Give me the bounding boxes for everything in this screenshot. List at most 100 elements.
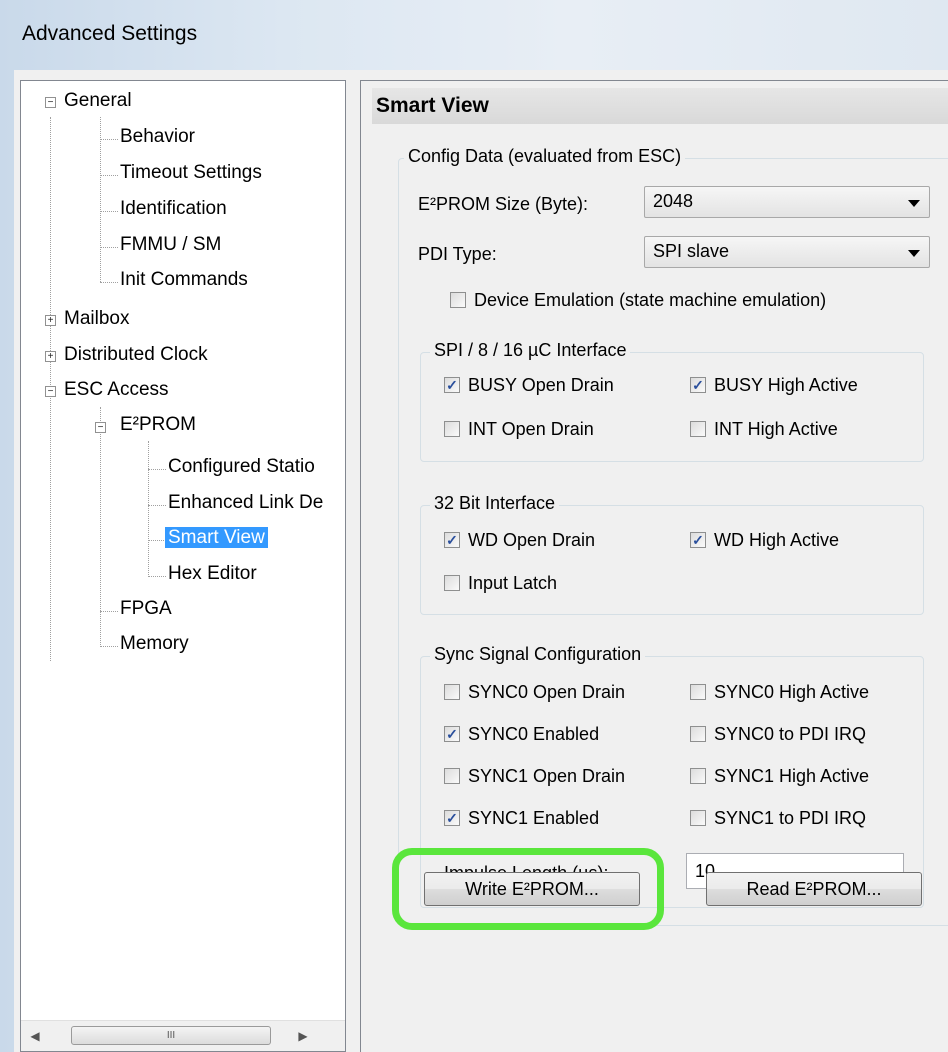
tree-item-label: Init Commands xyxy=(120,269,248,290)
checkbox-label: SYNC1 Enabled xyxy=(468,808,600,828)
scroll-left-icon[interactable]: ◀ xyxy=(25,1025,45,1047)
tree-line xyxy=(100,139,118,140)
scroll-thumb[interactable]: III xyxy=(71,1026,271,1045)
collapse-icon[interactable]: − xyxy=(45,97,56,108)
tree-item-label: Timeout Settings xyxy=(120,162,262,183)
32bit-interface-title: 32 Bit Interface xyxy=(430,493,560,514)
settings-tree[interactable]: − + + − − General Behavior Timeout Setti… xyxy=(20,80,346,1052)
32bit-interface-group xyxy=(420,505,924,615)
tree-item-fpga[interactable]: FPGA xyxy=(117,596,175,622)
tree-item-identification[interactable]: Identification xyxy=(117,196,230,222)
checkbox-label: INT Open Drain xyxy=(468,419,594,439)
pdi-type-value: SPI slave xyxy=(653,241,730,261)
tree-line xyxy=(100,211,118,212)
pdi-type-select[interactable]: SPI slave xyxy=(644,236,930,268)
checkbox-label: SYNC1 to PDI IRQ xyxy=(714,808,867,828)
tree-item-hex-editor[interactable]: Hex Editor xyxy=(165,561,260,587)
tree-item-init-commands[interactable]: Init Commands xyxy=(117,267,251,293)
tree-item-label: FPGA xyxy=(120,598,172,619)
tree-item-configured-station[interactable]: Configured Statio xyxy=(165,454,318,480)
sync-signal-title: Sync Signal Configuration xyxy=(430,644,646,665)
checkbox-box[interactable] xyxy=(444,575,460,591)
chevron-down-icon xyxy=(908,200,920,207)
chevron-down-icon xyxy=(908,250,920,257)
tree-item-enhanced-link-detection[interactable]: Enhanced Link De xyxy=(165,490,326,516)
tree-line xyxy=(148,540,166,541)
checkbox-box[interactable] xyxy=(444,421,460,437)
config-data-title: Config Data (evaluated from ESC) xyxy=(404,146,686,167)
expand-icon[interactable]: + xyxy=(45,351,56,362)
checkbox-label: SYNC0 Enabled xyxy=(468,724,600,744)
eeprom-size-select[interactable]: 2048 xyxy=(644,186,930,218)
checkbox-box[interactable] xyxy=(444,768,460,784)
tree-item-label: Configured Statio xyxy=(168,456,315,477)
checkbox-label: SYNC0 Open Drain xyxy=(468,682,626,702)
tree-item-label: Smart View xyxy=(165,527,268,548)
checkbox-box[interactable] xyxy=(690,726,706,742)
tree-item-general[interactable]: General xyxy=(61,88,135,114)
tree-item-memory[interactable]: Memory xyxy=(117,631,192,657)
tree-line xyxy=(100,117,101,282)
collapse-icon[interactable]: − xyxy=(45,386,56,397)
tree-item-label: Memory xyxy=(120,633,189,654)
checkbox-box[interactable] xyxy=(690,810,706,826)
checkbox-box[interactable]: ✓ xyxy=(444,726,460,742)
tree-item-label: ESC Access xyxy=(64,379,169,400)
tree-item-label: General xyxy=(64,90,132,111)
checkbox-box[interactable]: ✓ xyxy=(444,810,460,826)
checkbox-label: BUSY Open Drain xyxy=(468,375,614,395)
checkbox-box[interactable] xyxy=(690,768,706,784)
checkbox-label: INT High Active xyxy=(714,419,838,439)
tree-line xyxy=(100,175,118,176)
tree-item-label: Mailbox xyxy=(64,308,130,329)
expand-icon[interactable]: + xyxy=(45,315,56,326)
title-bar: Advanced Settings xyxy=(0,0,948,70)
checkbox-box[interactable] xyxy=(690,684,706,700)
tree-line xyxy=(148,469,166,470)
checkbox-box[interactable]: ✓ xyxy=(690,377,706,393)
checkbox-box[interactable]: ✓ xyxy=(444,377,460,393)
checkbox-label: WD High Active xyxy=(714,530,840,550)
checkbox-box[interactable]: ✓ xyxy=(690,532,706,548)
tree-line xyxy=(100,646,118,647)
checkbox-label: SYNC1 High Active xyxy=(714,766,870,786)
tree-item-label: Distributed Clock xyxy=(64,344,208,365)
tree-item-eeprom[interactable]: E²PROM xyxy=(117,412,199,438)
checkbox-label: Device Emulation (state machine emulatio… xyxy=(474,290,827,310)
scroll-right-icon[interactable]: ▶ xyxy=(293,1025,313,1047)
eeprom-size-label: E²PROM Size (Byte): xyxy=(418,194,589,214)
checkbox-box[interactable] xyxy=(444,684,460,700)
tree-item-fmmu-sm[interactable]: FMMU / SM xyxy=(117,232,224,258)
spi-interface-group xyxy=(420,352,924,462)
tree-item-label: Behavior xyxy=(120,126,195,147)
tree-item-label: Hex Editor xyxy=(168,563,257,584)
checkbox-label: SYNC1 Open Drain xyxy=(468,766,626,786)
collapse-icon[interactable]: − xyxy=(95,422,106,433)
tree-item-label: FMMU / SM xyxy=(120,234,222,255)
checkbox-label: SYNC0 High Active xyxy=(714,682,870,702)
read-eeprom-button[interactable]: Read E²PROM... xyxy=(706,872,922,906)
tree-item-mailbox[interactable]: Mailbox xyxy=(61,306,132,332)
tree-line xyxy=(148,505,166,506)
horizontal-scrollbar[interactable]: ◀ III ▶ xyxy=(21,1020,345,1051)
checkbox-label: WD Open Drain xyxy=(468,530,596,550)
tree-line xyxy=(100,247,118,248)
tree-item-smart-view[interactable]: Smart View xyxy=(165,525,268,551)
checkbox-label: Input Latch xyxy=(468,573,558,593)
window-title: Advanced Settings xyxy=(22,22,198,45)
checkbox-box[interactable]: ✓ xyxy=(444,532,460,548)
panel-title: Smart View xyxy=(376,94,489,117)
tree-item-label: Enhanced Link De xyxy=(168,492,324,513)
pdi-type-label: PDI Type: xyxy=(418,244,497,264)
checkbox-box[interactable] xyxy=(450,292,466,308)
tree-item-esc-access[interactable]: ESC Access xyxy=(61,377,172,403)
tree-line xyxy=(100,282,118,283)
tree-item-distributed-clock[interactable]: Distributed Clock xyxy=(61,342,211,368)
tree-line xyxy=(100,611,118,612)
checkbox-box[interactable] xyxy=(690,421,706,437)
eeprom-size-value: 2048 xyxy=(653,191,694,211)
tree-item-behavior[interactable]: Behavior xyxy=(117,124,198,150)
tree-line xyxy=(148,576,166,577)
tree-item-timeout-settings[interactable]: Timeout Settings xyxy=(117,160,265,186)
checkbox-label: SYNC0 to PDI IRQ xyxy=(714,724,867,744)
